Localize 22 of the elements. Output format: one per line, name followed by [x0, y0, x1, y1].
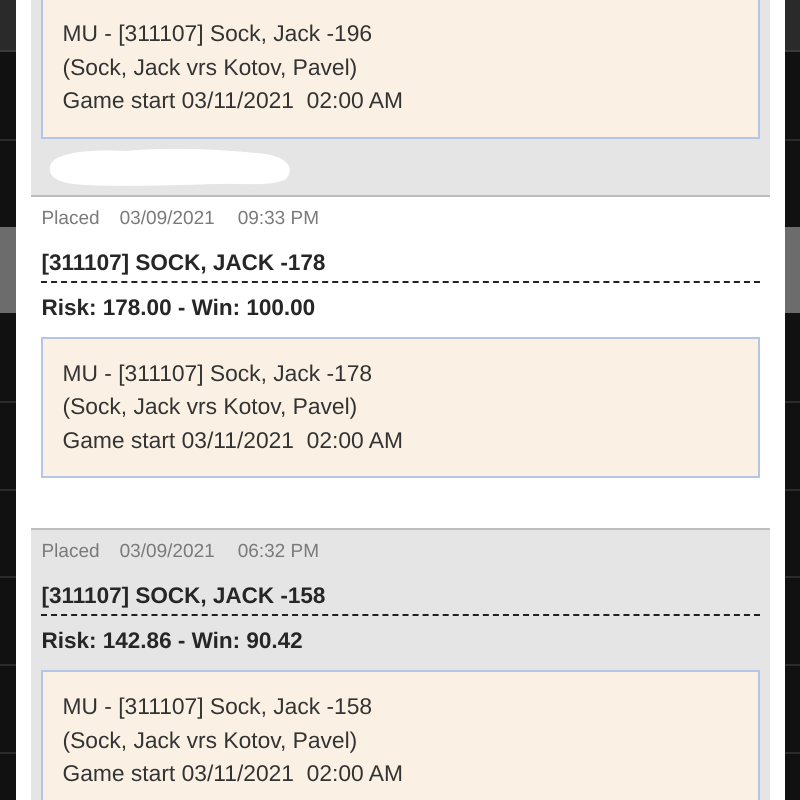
- detail-line: (Sock, Jack vrs Kotov, Pavel): [62, 392, 358, 421]
- detail-line: Game start 03/11/2021 02:00 AM: [62, 759, 403, 788]
- detail-line: Game start 03/11/2021 02:00 AM: [62, 426, 403, 454]
- bet-title: [311107] SOCK, JACK -158: [42, 583, 326, 608]
- placed-date: 03/09/2021: [120, 208, 215, 230]
- detail-line: MU - [311107] Sock, Jack -196: [62, 19, 372, 48]
- detail-line: MU - [311107] Sock, Jack -178: [62, 358, 372, 388]
- detail-line: (Sock, Jack vrs Kotov, Pavel): [62, 52, 358, 82]
- bet-card[interactable]: MU - [311107] Sock, Jack -196 (Sock, Jack vrs Kotov, Pavel) Game start 03/11/2021 02:00 AM: [30, 0, 770, 196]
- bet-title: [311107] SOCK, JACK -178: [42, 250, 326, 274]
- placed-time: 06:32 PM: [238, 541, 320, 563]
- detail-line: MU - [311107] Sock, Jack -158: [62, 692, 372, 721]
- bet-card[interactable]: Placed 03/09/2021 06:32 PM [311107] SOCK, JACK -158 Risk: 142.86 - Win: 90.42 MU - [311107] Sock, Jack -158 (Sock, Jack vrs Kotov, Pavel) Game start 03/11/2021 02:00 AM: [30, 530, 770, 800]
- risk-win-text: Risk: 142.86 - Win: 90.42: [42, 627, 303, 655]
- detail-line: Game start 03/11/2021 02:00 AM: [62, 86, 403, 115]
- detail-line: (Sock, Jack vrs Kotov, Pavel): [62, 726, 358, 755]
- bet-card[interactable]: Placed 03/09/2021 09:33 PM [311107] SOCK, JACK -178 Risk: 178.00 - Win: 100.00 MU - [311107] Sock, Jack -178 (Sock, Jack vrs Kotov, Pavel) Game start 03/11/2021 02:00 AM: [30, 196, 770, 530]
- risk-win-text: Risk: 178.00 - Win: 100.00: [42, 294, 316, 322]
- bet-status: Placed: [42, 541, 100, 563]
- bet-status: Placed: [42, 208, 100, 230]
- placed-time: 09:33 PM: [238, 208, 320, 230]
- placed-date: 03/09/2021: [120, 541, 215, 563]
